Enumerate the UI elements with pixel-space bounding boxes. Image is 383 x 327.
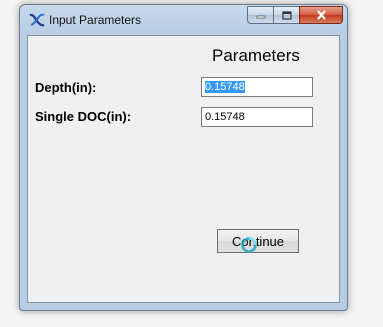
window-controls: [247, 6, 343, 24]
single-doc-input-value: 0.15748: [205, 111, 245, 123]
dialog-content: Parameters Depth(in): 0.15748 Single DOC…: [27, 35, 340, 303]
close-icon: [316, 10, 326, 20]
busy-cursor-icon: [241, 237, 257, 253]
minimize-button[interactable]: [247, 6, 273, 24]
depth-label: Depth(in):: [35, 80, 97, 95]
input-parameters-window: Input Parameters Parameters Depth(in): 0…: [19, 4, 348, 311]
single-doc-input[interactable]: 0.15748: [201, 107, 313, 127]
depth-input-value: 0.15748: [205, 81, 245, 93]
window-title: Input Parameters: [49, 13, 142, 27]
single-doc-label: Single DOC(in):: [35, 109, 132, 124]
app-logo-icon: [29, 13, 45, 27]
continue-button[interactable]: Continue: [217, 229, 299, 253]
depth-input[interactable]: 0.15748: [201, 77, 313, 97]
maximize-button[interactable]: [273, 6, 299, 24]
minimize-icon: [256, 15, 265, 19]
maximize-icon: [281, 10, 292, 20]
title-bar[interactable]: Input Parameters: [20, 5, 347, 35]
parameters-heading: Parameters: [212, 46, 300, 65]
close-button[interactable]: [299, 6, 343, 24]
